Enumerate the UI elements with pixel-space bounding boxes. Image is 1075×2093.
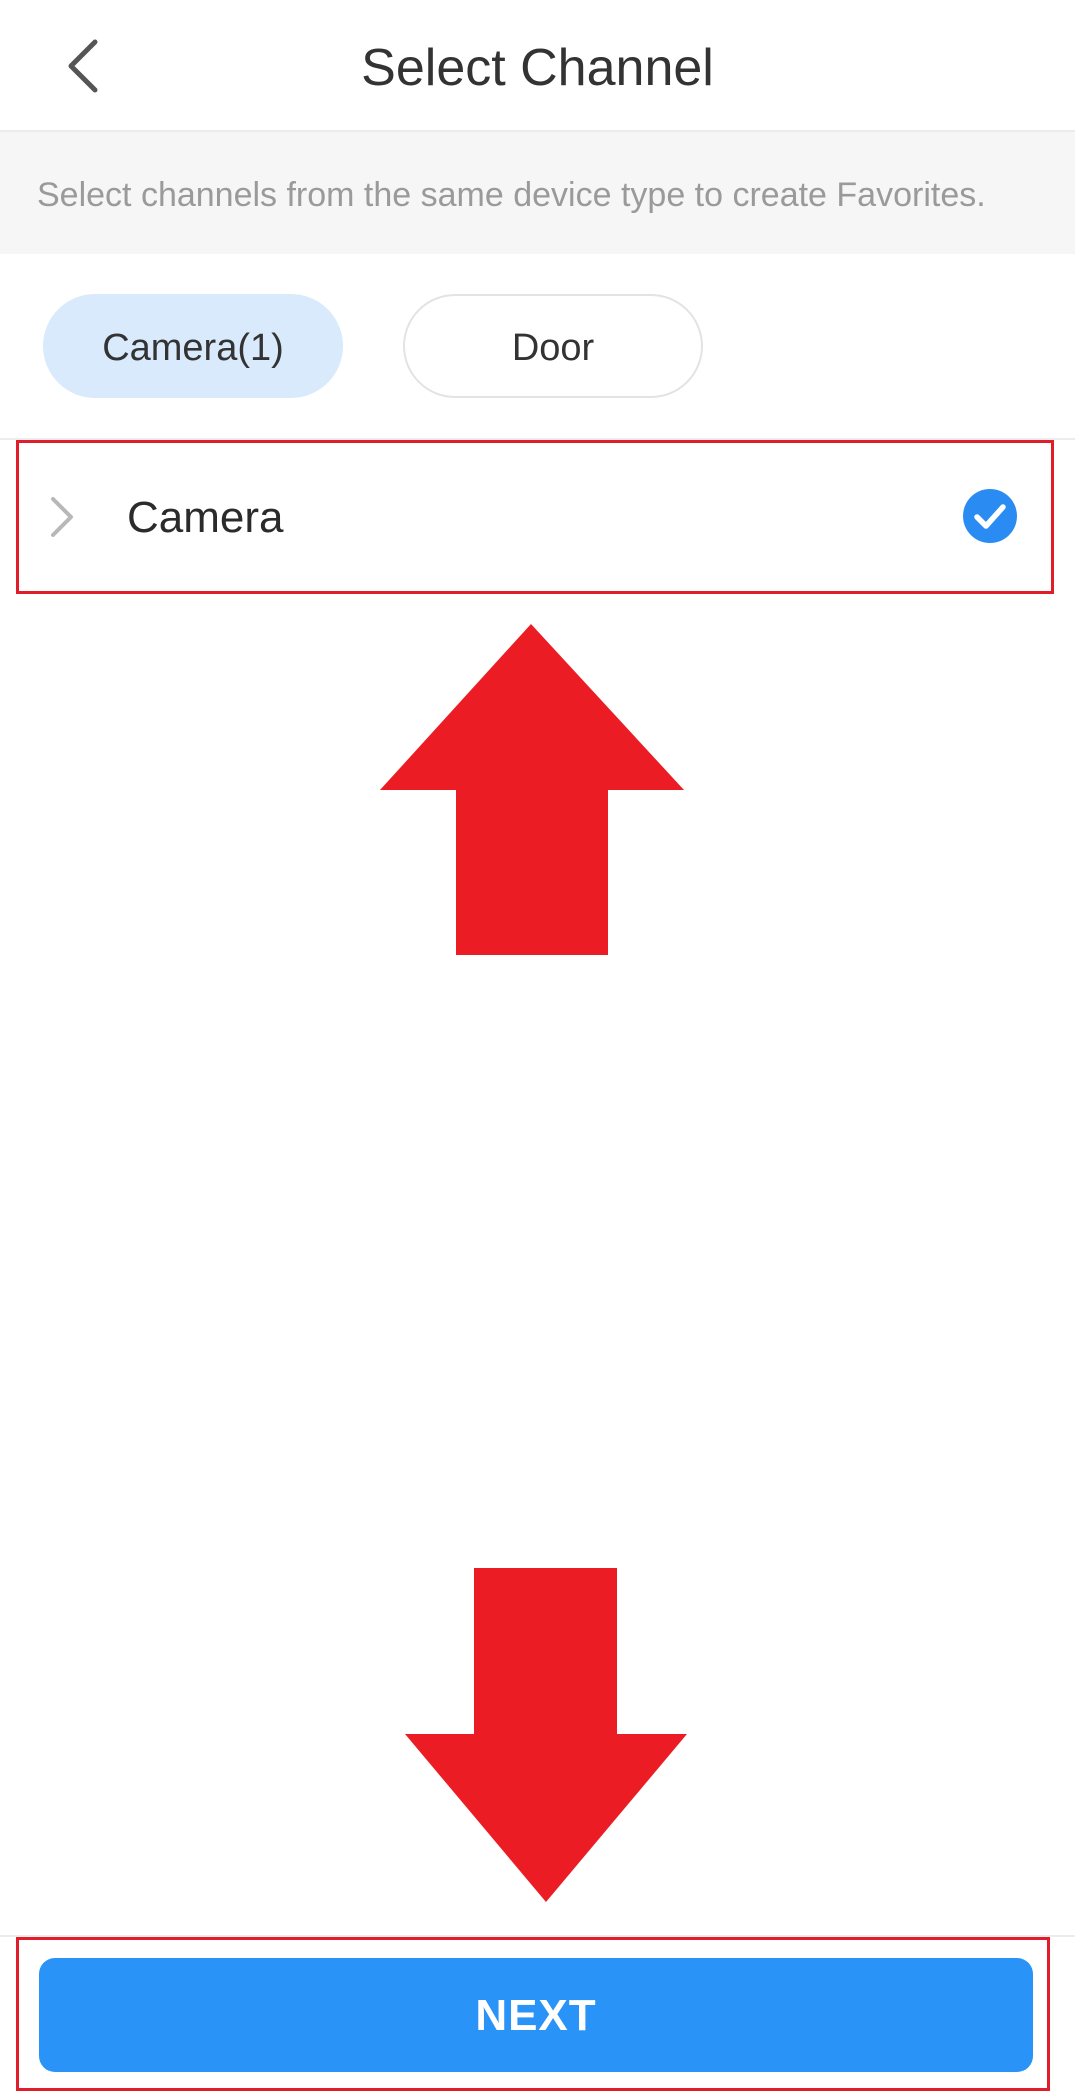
filter-chip-door[interactable]: Door <box>403 294 703 398</box>
top-bar: Select Channel <box>0 0 1075 132</box>
filter-chip-camera[interactable]: Camera(1) <box>43 294 343 398</box>
channel-label: Camera <box>127 493 284 542</box>
hint-bar: Select channels from the same device typ… <box>0 132 1075 254</box>
next-button-highlight: NEXT <box>16 1937 1050 2091</box>
channel-row-camera[interactable]: Camera <box>16 440 1054 594</box>
next-button[interactable]: NEXT <box>39 1958 1033 2072</box>
hint-text: Select channels from the same device typ… <box>37 176 986 214</box>
chevron-left-icon <box>68 39 98 93</box>
chevron-right-icon[interactable] <box>47 495 77 539</box>
back-button[interactable] <box>55 30 115 102</box>
checkmark-circle-icon[interactable] <box>962 488 1018 544</box>
page-title: Select Channel <box>361 39 714 97</box>
annotation-arrow-up-icon <box>380 624 684 955</box>
annotation-arrow-down-icon <box>405 1568 687 1902</box>
